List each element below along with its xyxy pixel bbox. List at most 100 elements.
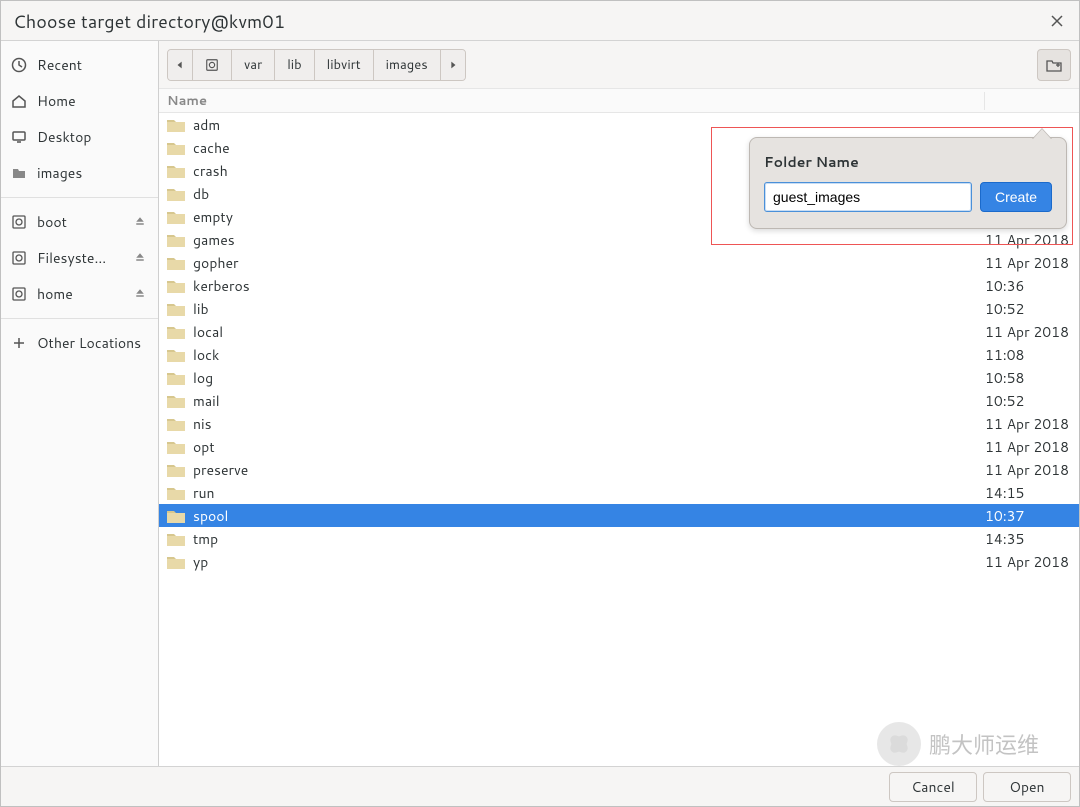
eject-button[interactable] [134,215,148,229]
breadcrumb: var lib libvirt images [167,49,466,81]
sidebar-item-home-disk[interactable]: home [1,276,158,312]
file-row[interactable]: opt11 Apr 2018 [159,435,1079,458]
file-row[interactable]: kerberos10:36 [159,274,1079,297]
breadcrumb-back[interactable] [168,50,193,80]
folder-icon [167,508,185,524]
toolbar: var lib libvirt images [159,41,1079,89]
folder-name-input[interactable] [764,182,972,212]
file-modified: 10:52 [985,299,1075,319]
sidebar-item-desktop[interactable]: Desktop [1,119,158,155]
file-modified: 11 Apr 2018 [985,460,1075,480]
file-name: mail [193,391,985,411]
breadcrumb-label: libvirt [327,56,361,74]
chevron-right-icon [449,60,457,70]
folder-icon [167,347,185,363]
file-name: kerberos [193,276,985,296]
breadcrumb-segment-var[interactable]: var [232,50,275,80]
file-row[interactable]: nis11 Apr 2018 [159,412,1079,435]
file-row[interactable]: lock11:08 [159,343,1079,366]
eject-button[interactable] [134,287,148,301]
folder-icon [167,439,185,455]
folder-icon [167,531,185,547]
file-modified: 11 Apr 2018 [985,253,1075,273]
new-folder-button[interactable] [1037,49,1071,81]
eject-button[interactable] [134,251,148,265]
file-modified: 10:37 [985,506,1075,526]
disk-icon [11,286,27,302]
file-modified: 14:35 [985,529,1075,549]
folder-icon [167,255,185,271]
create-button[interactable]: Create [980,182,1052,212]
sidebar-item-label: boot [37,212,124,232]
folder-icon [167,370,185,386]
folder-icon [167,117,185,133]
breadcrumb-segment-libvirt[interactable]: libvirt [315,50,374,80]
folder-icon [167,140,185,156]
file-row[interactable]: tmp14:35 [159,527,1079,550]
file-row[interactable]: yp11 Apr 2018 [159,550,1079,573]
file-row[interactable]: games11 Apr 2018 [159,228,1079,251]
sidebar-item-recent[interactable]: Recent [1,47,158,83]
file-row[interactable]: local11 Apr 2018 [159,320,1079,343]
file-row[interactable]: run14:15 [159,481,1079,504]
file-row[interactable]: preserve11 Apr 2018 [159,458,1079,481]
folder-icon [167,301,185,317]
main-panel: var lib libvirt images Name admcachecras… [159,41,1079,766]
disk-icon [205,58,219,72]
file-name: spool [193,506,985,526]
file-modified: 14:15 [985,483,1075,503]
file-name: lock [193,345,985,365]
file-name: run [193,483,985,503]
sidebar-item-boot[interactable]: boot [1,204,158,240]
file-name: nis [193,414,985,434]
new-folder-popover: Folder Name Create [749,137,1067,229]
disk-icon [11,250,27,266]
folder-icon [167,232,185,248]
file-row[interactable]: log10:58 [159,366,1079,389]
file-name: adm [193,115,985,135]
open-button[interactable]: Open [983,772,1071,802]
plus-icon [11,335,27,351]
dialog-footer: Cancel Open [1,766,1079,806]
sidebar-item-label: Desktop [37,127,148,147]
file-row[interactable]: gopher11 Apr 2018 [159,251,1079,274]
breadcrumb-forward[interactable] [441,50,465,80]
file-row[interactable]: adm [159,113,1079,136]
sidebar: Recent Home Desktop images boot Filesyst… [1,41,159,766]
chevron-left-icon [176,60,184,70]
sidebar-item-images[interactable]: images [1,155,158,191]
sidebar-item-label: home [37,284,124,304]
file-row[interactable]: lib10:52 [159,297,1079,320]
new-folder-icon [1046,57,1062,73]
close-button[interactable] [1047,11,1067,31]
breadcrumb-label: lib [287,56,301,74]
file-row[interactable]: spool10:37 [159,504,1079,527]
disk-icon [11,214,27,230]
breadcrumb-segment-images[interactable]: images [374,50,441,80]
file-name: opt [193,437,985,457]
sidebar-item-home[interactable]: Home [1,83,158,119]
column-name[interactable]: Name [159,92,985,110]
folder-icon [167,186,185,202]
sidebar-item-filesystem[interactable]: Filesyste... [1,240,158,276]
file-name: games [193,230,985,250]
file-name: lib [193,299,985,319]
file-modified: 10:52 [985,391,1075,411]
file-modified: 11 Apr 2018 [985,437,1075,457]
home-icon [11,93,27,109]
close-icon [1050,14,1064,28]
file-name: tmp [193,529,985,549]
breadcrumb-root[interactable] [193,50,232,80]
breadcrumb-segment-lib[interactable]: lib [275,50,314,80]
file-row[interactable]: mail10:52 [159,389,1079,412]
folder-icon [167,462,185,478]
window-title: Choose target directory@kvm01 [13,8,1047,34]
sidebar-item-other-locations[interactable]: Other Locations [1,325,158,361]
sidebar-item-label: Filesyste... [37,248,124,268]
file-name: gopher [193,253,985,273]
file-name: local [193,322,985,342]
folder-icon [167,393,185,409]
cancel-button[interactable]: Cancel [889,772,977,802]
folder-icon [167,163,185,179]
file-name: yp [193,552,985,572]
